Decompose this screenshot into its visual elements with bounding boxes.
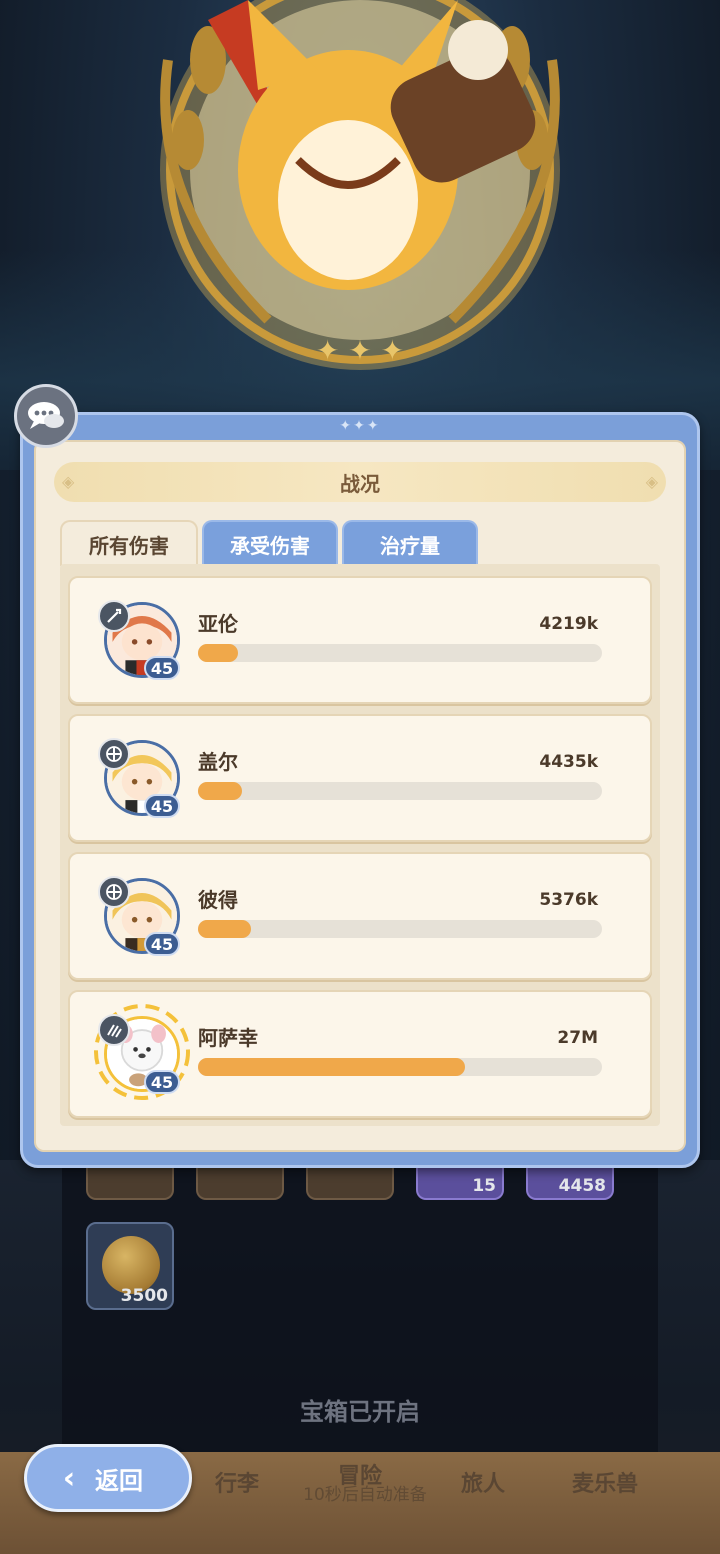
chest-status-text: 宝箱已开启 [300,1398,420,1426]
class-badge [98,600,130,632]
reward-slot[interactable] [196,1166,284,1200]
chat-button[interactable] [14,384,78,448]
reward-slot[interactable]: 4458 [526,1166,614,1200]
shield-cross-icon [106,746,122,762]
shield-cross-icon [106,884,122,900]
chat-bubbles-icon [28,402,64,429]
hero-damage-value: 4219k [539,614,598,634]
damage-bar-fill [198,782,243,800]
nav-tab-travelers[interactable]: 旅人 [446,1462,520,1502]
panel-ornament: ✦✦✦ [339,418,381,434]
hero-name: 彼得 [198,888,238,912]
hero-stat-card: 45 亚伦 4219k [68,576,652,704]
hero-stat-card: 45 彼得 5376k [68,852,652,980]
damage-bar-track [198,644,602,662]
class-badge [98,1014,130,1046]
claw-icon [107,1024,122,1038]
diamond-ornament-icon: ◈ [62,472,75,491]
tab-healing[interactable]: 治疗量 [342,520,478,566]
class-badge [98,738,130,770]
nav-tab-pets[interactable]: 麦乐兽 [560,1462,650,1502]
hero-stat-card: 45 盖尔 4435k [68,714,652,842]
damage-bar-fill [198,1058,465,1076]
reward-slot-coin[interactable]: 3500 [86,1222,174,1310]
hero-name: 盖尔 [198,750,238,774]
hero-damage-value: 27M [557,1028,598,1048]
back-arrow-icon: ‹ [62,1460,76,1496]
sword-icon [107,608,122,623]
hero-level-badge: 45 [144,794,180,818]
damage-bar-fill [198,920,251,938]
back-button[interactable]: ‹ 返回 [24,1444,192,1512]
reward-slot[interactable] [306,1166,394,1200]
auto-ready-countdown: 10秒后自动准备 [303,1485,427,1505]
hero-name: 阿萨幸 [198,1026,258,1050]
class-badge [98,876,130,908]
tab-damage-taken[interactable]: 承受伤害 [202,520,338,566]
damage-bar-track [198,782,602,800]
hero-damage-value: 4435k [539,752,598,772]
hero-name: 亚伦 [198,612,238,636]
back-button-label: 返回 [95,1466,143,1495]
svg-text:✦ ✦ ✦: ✦ ✦ ✦ [316,334,404,367]
diamond-ornament-icon: ◈ [645,472,658,491]
nav-tab-luggage[interactable]: 行李 [200,1462,274,1502]
hero-level-badge: 45 [144,656,180,680]
damage-bar-track [198,920,602,938]
panel-title-bar: ◈ 战况 ◈ [54,462,666,502]
damage-bar-fill [198,644,239,662]
reward-slot[interactable] [86,1166,174,1200]
hero-level-badge: 45 [144,1070,180,1094]
hero-stat-card: 45 阿萨幸 27M [68,990,652,1118]
hero-damage-value: 5376k [539,890,598,910]
damage-bar-track [198,1058,602,1076]
tab-all-damage[interactable]: 所有伤害 [60,520,198,566]
hero-level-badge: 45 [144,932,180,956]
reward-slot[interactable]: 15 [416,1166,504,1200]
panel-title: 战况 [340,471,380,496]
boss-emblem: ✦ ✦ ✦ [160,0,560,370]
